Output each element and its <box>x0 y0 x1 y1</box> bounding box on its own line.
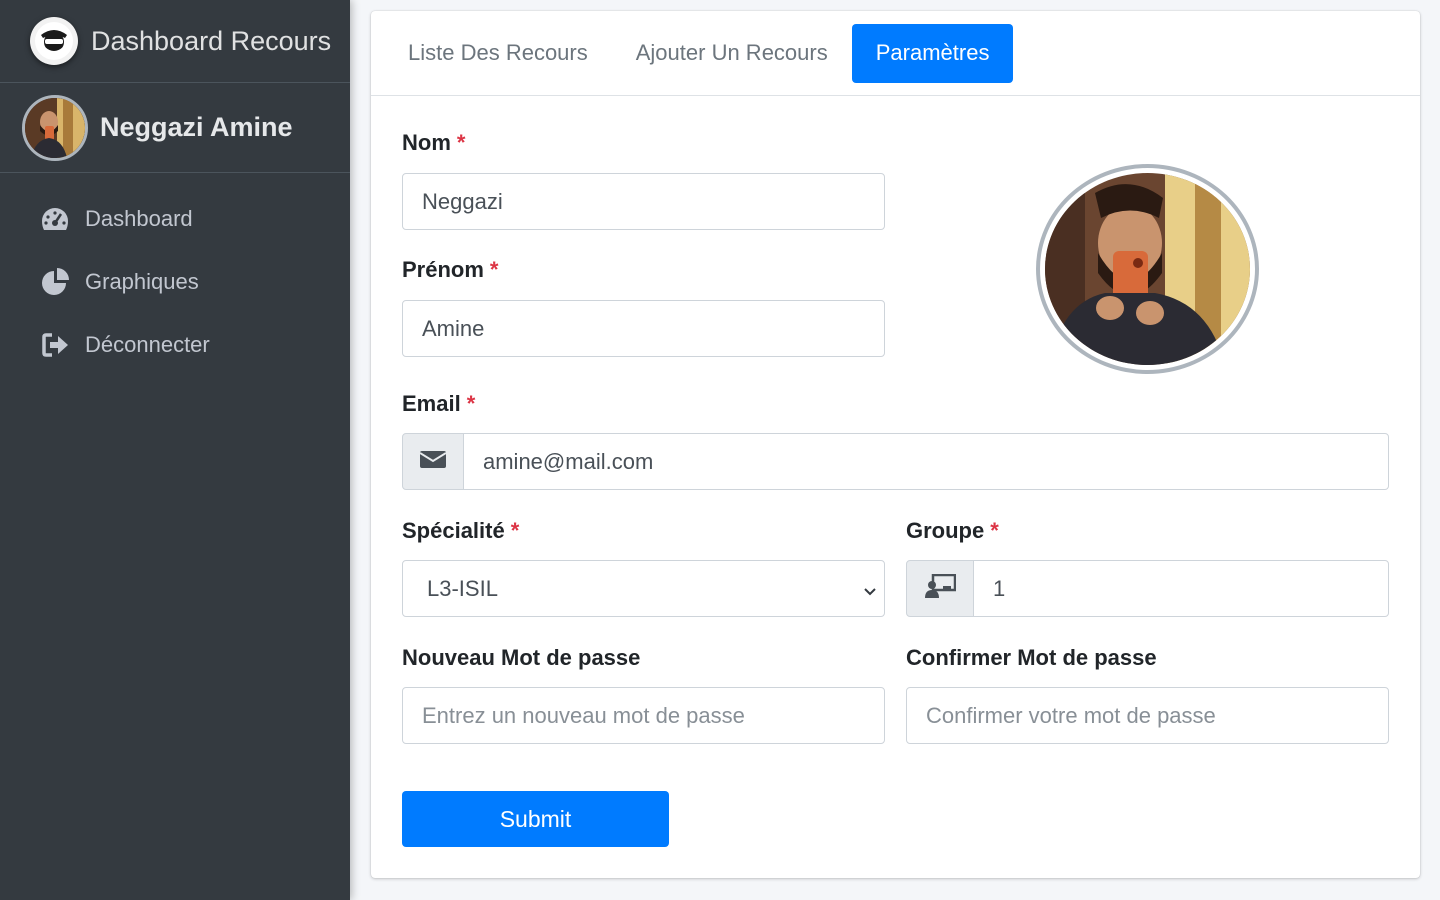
groupe-addon <box>906 560 974 617</box>
groupe-field[interactable] <box>973 560 1389 617</box>
chevron-down-icon <box>862 579 878 605</box>
email-label-text: Email <box>402 391 461 416</box>
tab-parametres[interactable]: Paramètres <box>851 23 1014 83</box>
tab-ajouter-un-recours[interactable]: Ajouter Un Recours <box>612 24 852 83</box>
required-mark: * <box>456 130 466 155</box>
nom-label-text: Nom <box>402 130 451 155</box>
user-name[interactable]: Neggazi Amine <box>100 112 293 143</box>
required-mark: * <box>489 257 499 282</box>
specialite-selected-value: L3-ISIL <box>427 575 498 601</box>
profile-photo <box>1045 173 1250 365</box>
sidebar-item-deconnecter[interactable]: Déconnecter <box>0 313 350 376</box>
tab-liste-des-recours[interactable]: Liste Des Recours <box>384 24 612 83</box>
chalkboard-teacher-icon <box>924 573 957 603</box>
confirm-password-label: Confirmer Mot de passe <box>906 645 1157 670</box>
specialite-label-text: Spécialité <box>402 518 505 543</box>
tachometer-icon <box>40 204 70 234</box>
tab-bar: Liste Des Recours Ajouter Un Recours Par… <box>371 11 1420 96</box>
required-mark: * <box>990 518 999 543</box>
sidebar: Dashboard Recours Neggazi Amine Dashboar… <box>0 0 350 900</box>
sidebar-nav: Dashboard Graphiques Déconnecter <box>0 173 350 376</box>
prenom-label: Prénom * <box>402 257 498 283</box>
brand-title: Dashboard Recours <box>91 25 332 56</box>
new-password-field[interactable] <box>402 687 885 744</box>
specialite-label: Spécialité * <box>402 518 519 544</box>
nom-field[interactable] <box>402 173 885 230</box>
sidebar-item-dashboard[interactable]: Dashboard <box>0 187 350 250</box>
envelope-icon <box>419 449 447 474</box>
sidebar-item-graphiques[interactable]: Graphiques <box>0 250 350 313</box>
required-mark: * <box>510 518 520 543</box>
profile-picture[interactable] <box>1036 164 1259 374</box>
required-mark: * <box>466 391 476 416</box>
prenom-label-text: Prénom <box>402 257 484 282</box>
nom-label: Nom * <box>402 130 465 156</box>
pie-chart-icon <box>40 267 70 297</box>
sidebar-item-label: Graphiques <box>85 268 199 294</box>
avatar[interactable] <box>22 94 88 161</box>
new-password-label: Nouveau Mot de passe <box>402 645 641 670</box>
email-addon <box>402 433 464 490</box>
groupe-label-text: Groupe <box>906 518 985 543</box>
sidebar-item-label: Déconnecter <box>85 331 210 357</box>
mask-head-icon <box>30 17 78 65</box>
user-panel: Neggazi Amine <box>0 83 350 173</box>
sidebar-item-label: Dashboard <box>85 205 193 231</box>
prenom-field[interactable] <box>402 300 885 357</box>
sign-out-icon <box>40 330 70 360</box>
confirm-password-field[interactable] <box>906 687 1389 744</box>
brand-link[interactable]: Dashboard Recours <box>0 0 350 83</box>
groupe-label: Groupe * <box>906 518 999 544</box>
email-label: Email * <box>402 391 475 417</box>
specialite-select[interactable]: L3-ISIL <box>402 560 885 617</box>
submit-button[interactable]: Submit <box>402 791 669 847</box>
email-field[interactable] <box>463 433 1389 490</box>
